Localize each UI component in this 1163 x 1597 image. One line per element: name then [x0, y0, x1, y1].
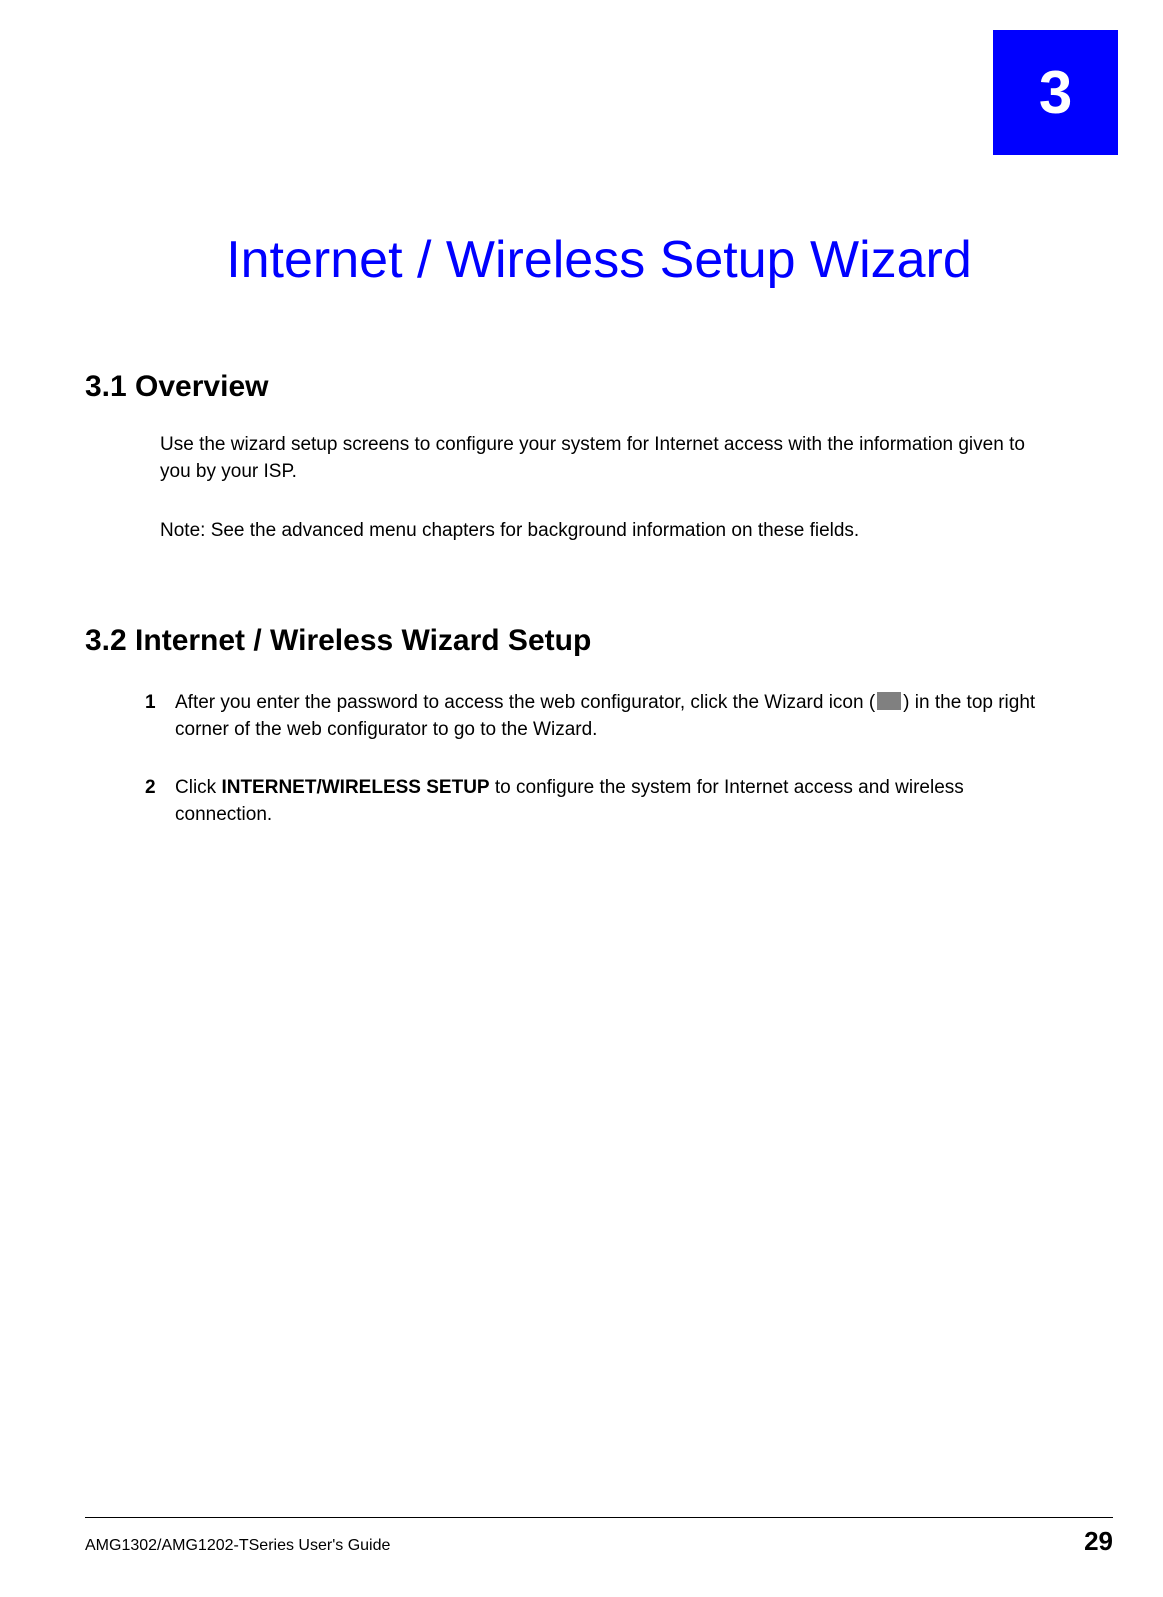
section-3-2-heading: 3.2 Internet / Wireless Wizard Setup — [85, 624, 591, 658]
wizard-icon — [877, 692, 901, 710]
list-number-2: 2 — [145, 775, 156, 802]
list-item-1: 1 After you enter the password to access… — [145, 690, 1043, 743]
chapter-label: CHAPTER — [730, 75, 849, 101]
chapter-number: 3 — [1039, 58, 1072, 127]
section-3-1-heading: 3.1 Overview — [85, 370, 268, 404]
footer-guide-name: AMG1302/AMG1202-TSeries User's Guide — [85, 1537, 390, 1555]
footer-page-number: 29 — [1084, 1526, 1113, 1557]
chapter-title: Internet / Wireless Setup Wizard — [85, 230, 1113, 290]
section-3-1-body: Use the wizard setup screens to configur… — [160, 432, 1033, 485]
list-1-before: After you enter the password to access t… — [175, 692, 875, 713]
list-2-bold: INTERNET/WIRELESS SETUP — [221, 777, 489, 798]
list-text-2: Click INTERNET/WIRELESS SETUP to configu… — [175, 775, 1043, 828]
list-item-2: 2 Click INTERNET/WIRELESS SETUP to confi… — [145, 775, 1043, 828]
chapter-number-box: 3 — [993, 30, 1118, 155]
list-2-before: Click — [175, 777, 221, 798]
section-3-1-note: Note: See the advanced menu chapters for… — [160, 520, 1033, 542]
page-footer: AMG1302/AMG1202-TSeries User's Guide 29 — [85, 1517, 1113, 1557]
list-number-1: 1 — [145, 690, 156, 717]
list-text-1: After you enter the password to access t… — [175, 690, 1043, 743]
